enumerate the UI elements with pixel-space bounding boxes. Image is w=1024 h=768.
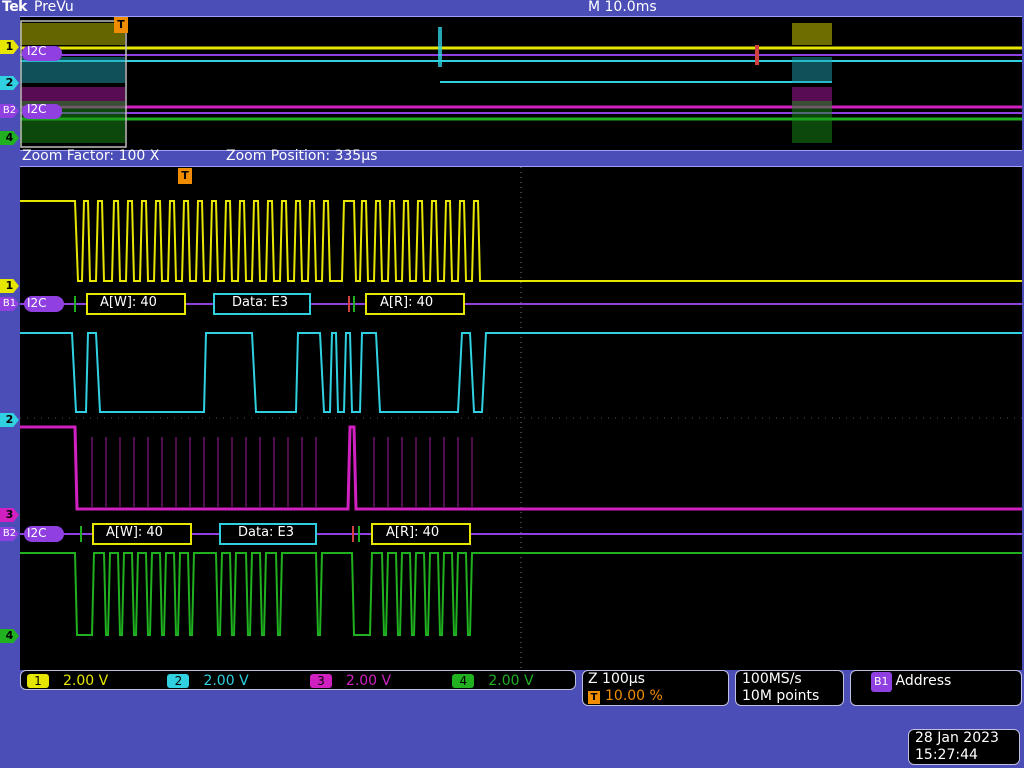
bus-badge: B1 <box>871 672 892 692</box>
bus1-label: I2C <box>27 296 47 310</box>
horizontal-readout[interactable]: Z 100µs T 10.00 % <box>582 670 729 706</box>
prevu-label: PreVu <box>34 0 74 15</box>
record-length: 10M points <box>742 688 820 704</box>
status-header <box>0 0 1024 16</box>
brand-logo: Tek <box>2 0 28 15</box>
main-timebase[interactable]: M 10.0ms <box>588 0 657 15</box>
ch1-scale: 2.00 V <box>63 673 109 689</box>
ch2-scale-readout[interactable]: 2 2.00 V <box>167 671 305 691</box>
zoom-scale: Z 100µs <box>588 671 645 687</box>
zoom-trigger-marker[interactable]: T <box>178 168 192 184</box>
zoom-position-readout[interactable]: Zoom Position: 335µs <box>226 148 377 164</box>
trigger-icon: T <box>588 691 600 704</box>
ch4-badge: 4 <box>452 674 475 688</box>
bus1-packet-addr-read[interactable]: A[R]: 40 <box>380 295 433 310</box>
overview-b2-marker[interactable]: B2 <box>0 104 19 118</box>
ch2-scale: 2.00 V <box>203 673 249 689</box>
bus2-packet-addr-read[interactable]: A[R]: 40 <box>386 525 439 540</box>
time: 15:27:44 <box>915 747 978 763</box>
ch1-badge: 1 <box>27 674 49 688</box>
date: 28 Jan 2023 <box>915 730 999 746</box>
ch4-scale-readout[interactable]: 4 2.00 V <box>452 671 572 691</box>
date-time-readout: 28 Jan 2023 15:27:44 <box>908 729 1020 765</box>
ch2-marker[interactable]: 2 <box>0 413 19 427</box>
overview-waveform-window[interactable] <box>20 16 1022 151</box>
vertical-scale-readout[interactable]: 1 2.00 V 2 2.00 V 3 2.00 V 4 2.00 V <box>20 670 576 690</box>
bus1-packet-addr-write[interactable]: A[W]: 40 <box>100 295 157 310</box>
overview-waveforms <box>20 20 1022 148</box>
overview-trigger-marker[interactable]: T <box>114 17 128 33</box>
overview-ch4-marker[interactable]: 4 <box>0 131 19 145</box>
ch4-scale: 2.00 V <box>488 673 534 689</box>
bus-trigger-readout[interactable]: B1 Address <box>850 670 1022 706</box>
ch3-scale: 2.00 V <box>345 673 392 689</box>
ch2-badge: 2 <box>167 674 190 688</box>
ch3-scale-readout[interactable]: 3 2.00 V <box>309 671 448 691</box>
bus-trigger-mode: Address <box>895 673 952 689</box>
ch3-marker[interactable]: 3 <box>0 508 19 522</box>
sample-rate: 100MS/s <box>742 671 802 687</box>
b1-marker[interactable]: B1 <box>0 297 19 311</box>
ch1-marker[interactable]: 1 <box>0 279 19 293</box>
overview-ch2-marker[interactable]: 2 <box>0 76 19 90</box>
trigger-position-value: 10.00 % <box>605 688 663 704</box>
overview-bus2-label: I2C <box>27 102 47 116</box>
bus2-packet-data[interactable]: Data: E3 <box>238 525 294 540</box>
zoom-waveform-window[interactable] <box>20 166 1022 670</box>
bus2-label: I2C <box>27 526 47 540</box>
trigger-position-readout: T 10.00 % <box>588 688 728 705</box>
bus2-packet-addr-write[interactable]: A[W]: 40 <box>106 525 163 540</box>
bus1-packet-data[interactable]: Data: E3 <box>232 295 288 310</box>
overview-bus1-label: I2C <box>27 44 47 58</box>
zoom-waveforms <box>20 167 1022 670</box>
zoom-factor-readout[interactable]: Zoom Factor: 100 X <box>22 148 159 164</box>
ch3-badge: 3 <box>309 674 332 688</box>
ch4-marker[interactable]: 4 <box>0 629 19 643</box>
ch1-scale-readout[interactable]: 1 2.00 V <box>27 671 163 691</box>
b2-marker[interactable]: B2 <box>0 527 19 541</box>
acquisition-readout[interactable]: 100MS/s 10M points <box>735 670 844 706</box>
overview-ch1-marker[interactable]: 1 <box>0 40 19 54</box>
